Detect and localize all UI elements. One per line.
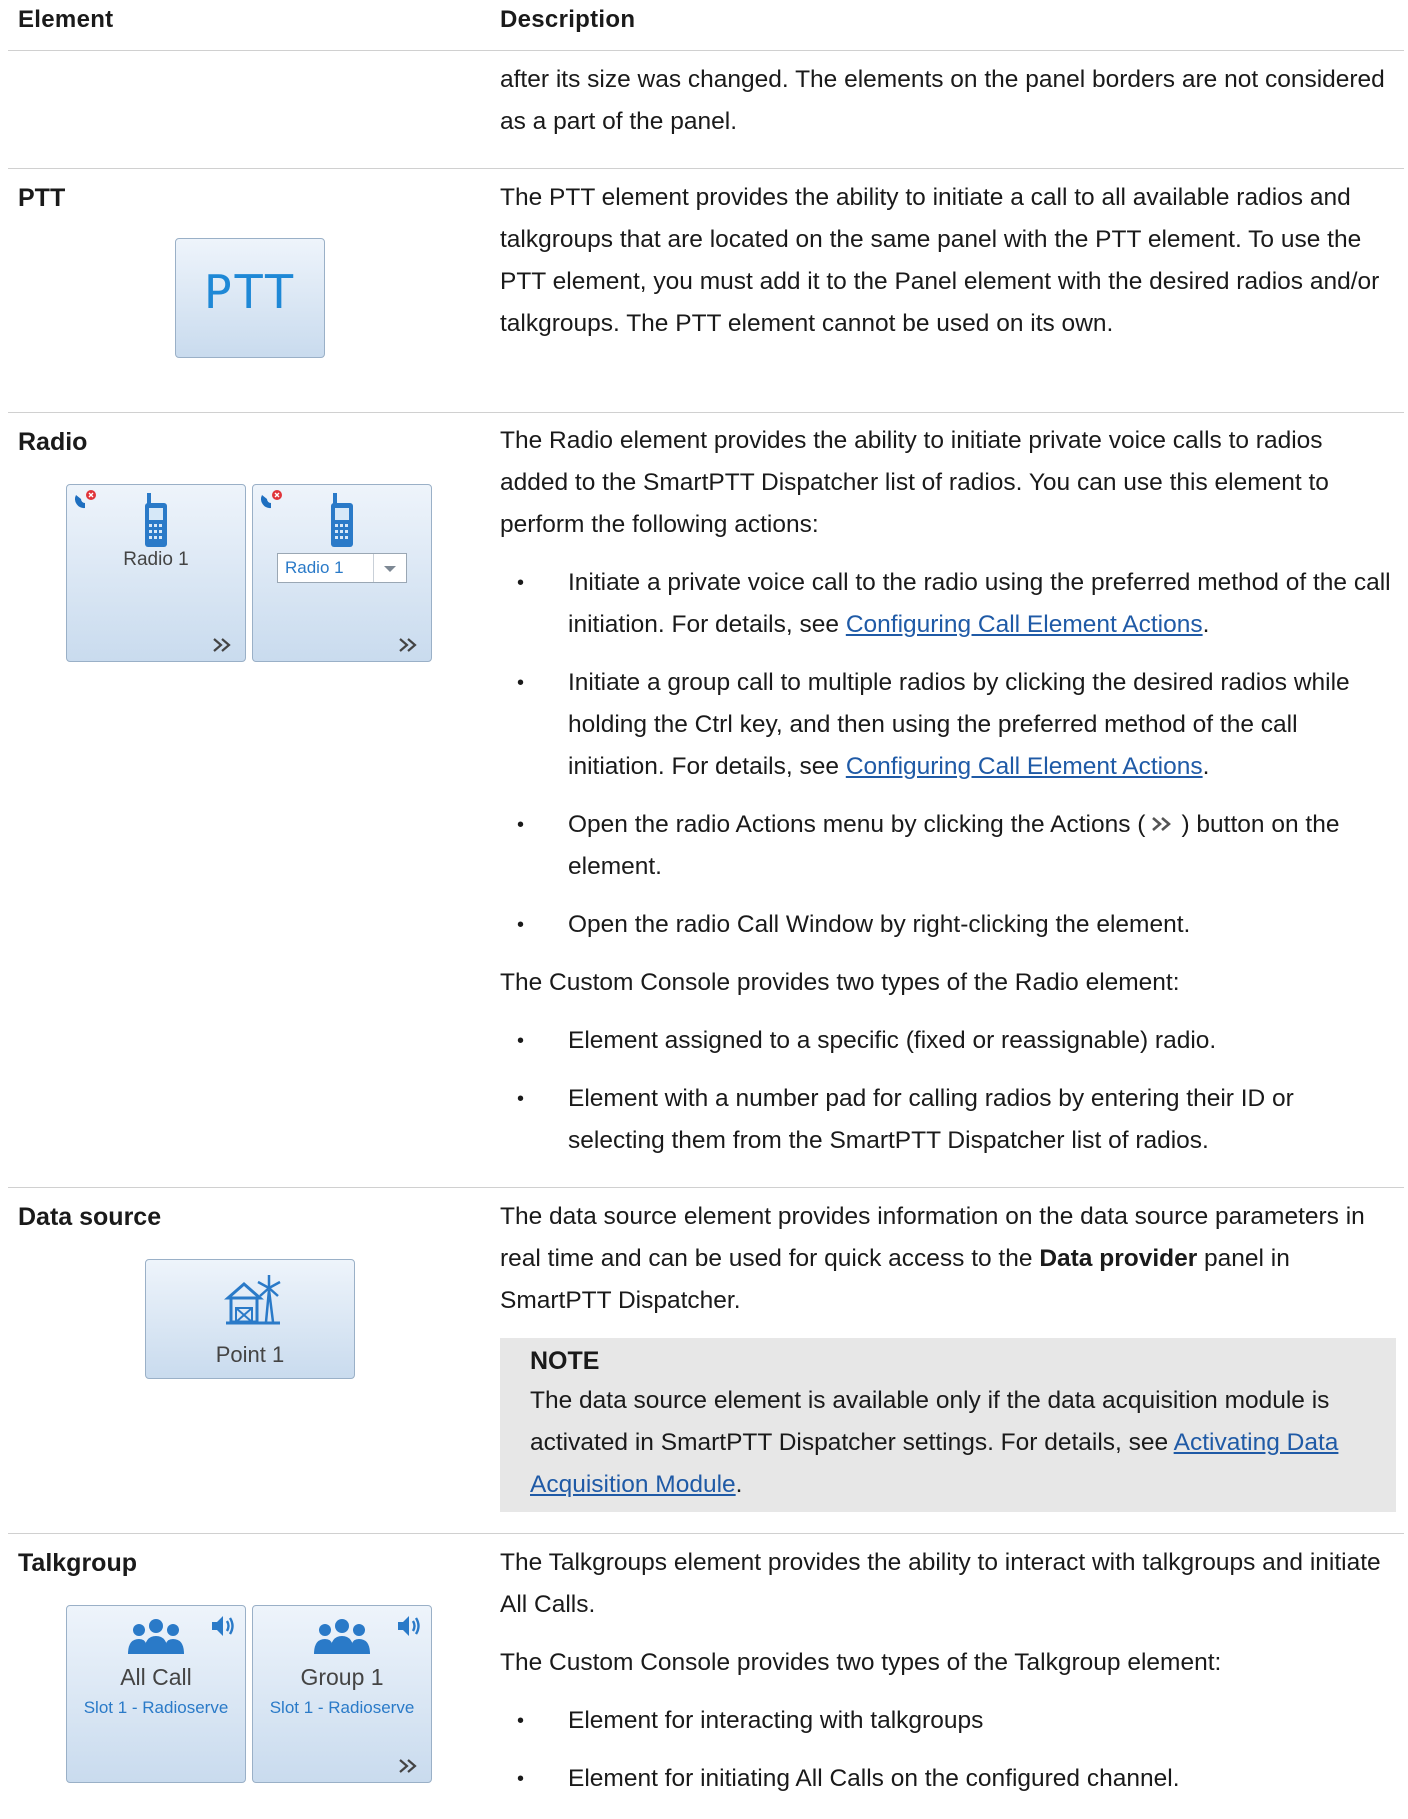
farm-windmill-icon <box>224 1275 281 1325</box>
actions-chevron-icon <box>1152 817 1172 831</box>
ptt-title: PTT <box>18 184 66 212</box>
list-item: Open the radio Actions menu by clicking … <box>500 804 1396 888</box>
radio-device-icon <box>331 493 353 547</box>
column-header-description: Description <box>500 6 636 33</box>
list-item: Element for initiating All Calls on the … <box>500 1758 1396 1800</box>
list-item: Initiate a private voice call to the rad… <box>500 562 1396 646</box>
ptt-description: The PTT element provides the ability to … <box>500 177 1396 361</box>
ptt-button-label: PTT <box>203 265 297 319</box>
list-item: Initiate a group call to multiple radios… <box>500 662 1396 788</box>
configuring-call-actions-link[interactable]: Configuring Call Element Actions <box>846 611 1203 638</box>
talkgroup-tile-label: All Call <box>120 1664 192 1690</box>
talkgroup-tile-channel: Slot 1 - Radioserve <box>83 1698 229 1717</box>
datasource-description: The data source element provides informa… <box>500 1196 1396 1512</box>
panel-description: after its size was changed. The elements… <box>500 59 1396 159</box>
talkgroup-intro: The Talkgroups element provides the abil… <box>500 1549 1381 1618</box>
radio-title: Radio <box>18 428 88 456</box>
datasource-tile[interactable]: Point 1 <box>145 1259 355 1379</box>
datasource-text: The data source element provides informa… <box>500 1203 1365 1314</box>
speaker-volume-icon[interactable] <box>395 1612 423 1640</box>
panel-continuation-text: after its size was changed. The elements… <box>500 66 1385 135</box>
configuring-call-actions-link[interactable]: Configuring Call Element Actions <box>846 753 1203 780</box>
group-people-icon <box>314 1619 370 1654</box>
talkgroup-description: The Talkgroups element provides the abil… <box>500 1542 1396 1816</box>
note-title: NOTE <box>530 1347 600 1375</box>
actions-chevron-icon[interactable] <box>211 635 235 655</box>
list-item: Element with a number pad for calling ra… <box>500 1078 1396 1162</box>
row-divider <box>8 1533 1404 1534</box>
radio-types-intro: The Custom Console provides two types of… <box>500 969 1180 996</box>
ptt-button[interactable]: PTT <box>175 238 325 358</box>
radio-description: The Radio element provides the ability t… <box>500 420 1396 1178</box>
chevron-down-icon[interactable] <box>373 554 406 582</box>
radio-tile-fixed[interactable]: Radio 1 <box>66 484 246 662</box>
row-divider <box>8 168 1404 169</box>
talkgroup-types-list: Element for interacting with talkgroups … <box>500 1700 1396 1800</box>
talkgroup-title: Talkgroup <box>18 1549 137 1577</box>
radio-actions-list: Initiate a private voice call to the rad… <box>500 562 1396 946</box>
talkgroup-tile-label: Group 1 <box>300 1664 384 1690</box>
note-box: NOTE The data source element is availabl… <box>500 1338 1396 1512</box>
header-divider <box>8 50 1404 51</box>
list-item: Open the radio Call Window by right-clic… <box>500 904 1396 946</box>
radio-tile-label: Radio 1 <box>123 549 189 570</box>
list-item: Element assigned to a specific (fixed or… <box>500 1020 1396 1062</box>
talkgroup-tile-group[interactable]: Group 1 Slot 1 - Radioserve <box>252 1605 432 1783</box>
note-text: The data source element is available onl… <box>530 1387 1339 1498</box>
document-page: Element Description after its size was c… <box>0 0 1408 1819</box>
radio-types-list: Element assigned to a specific (fixed or… <box>500 1020 1396 1162</box>
radio-select-dropdown[interactable]: Radio 1 <box>277 553 407 583</box>
row-divider <box>8 412 1404 413</box>
talkgroup-types-intro: The Custom Console provides two types of… <box>500 1649 1222 1676</box>
group-people-icon <box>128 1619 184 1654</box>
actions-chevron-icon[interactable] <box>397 1756 421 1776</box>
row-divider <box>8 1187 1404 1188</box>
speaker-volume-icon[interactable] <box>209 1612 237 1640</box>
datasource-title: Data source <box>18 1203 162 1231</box>
radio-select-value: Radio 1 <box>285 558 344 577</box>
radio-tile-numpad[interactable]: Radio 1 <box>252 484 432 662</box>
radio-device-icon <box>145 493 167 547</box>
list-item: Element for interacting with talkgroups <box>500 1700 1396 1742</box>
radio-status-icon <box>75 490 96 509</box>
talkgroup-tile-allcall[interactable]: All Call Slot 1 - Radioserve <box>66 1605 246 1783</box>
ptt-description-text: The PTT element provides the ability to … <box>500 184 1380 337</box>
radio-status-icon <box>261 490 282 509</box>
datasource-tile-label: Point 1 <box>215 1342 285 1367</box>
column-header-element: Element <box>18 6 114 33</box>
actions-chevron-icon[interactable] <box>397 635 421 655</box>
talkgroup-tile-channel: Slot 1 - Radioserve <box>269 1698 415 1717</box>
radio-intro: The Radio element provides the ability t… <box>500 427 1329 538</box>
